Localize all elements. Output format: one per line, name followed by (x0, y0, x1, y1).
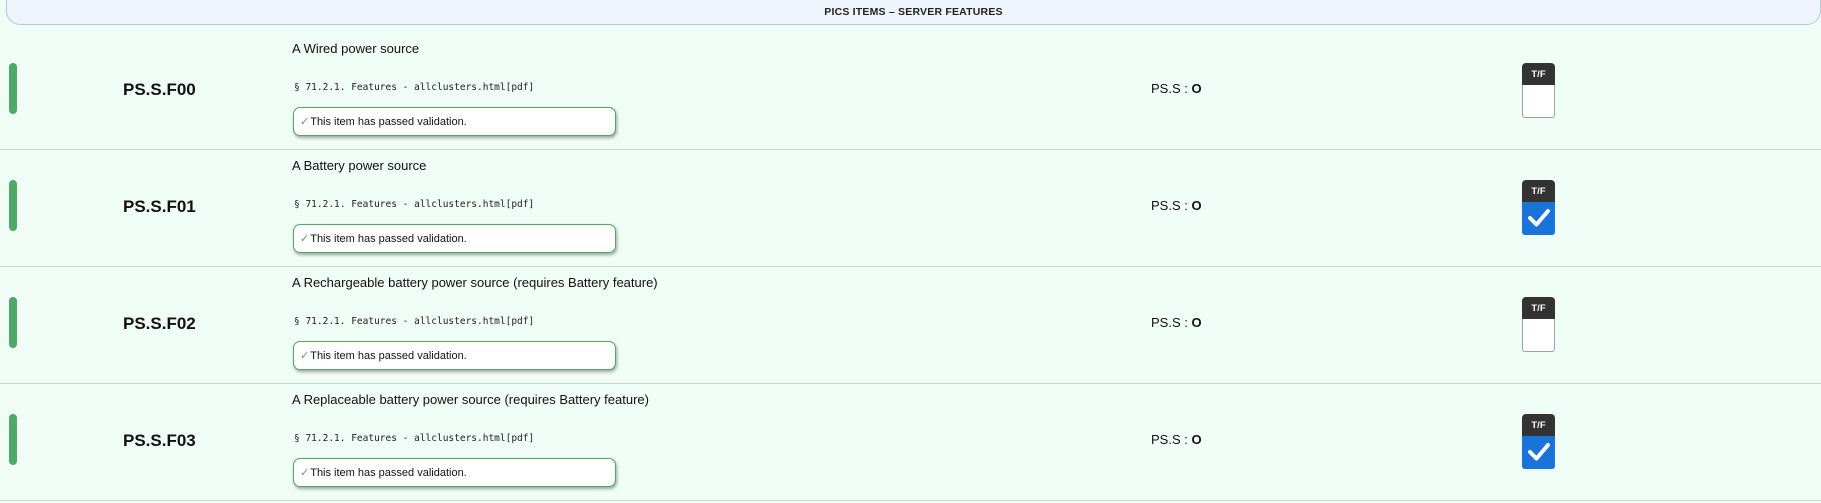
tf-label: T/F (1522, 297, 1555, 319)
conformance: PS.S : O (1151, 198, 1202, 213)
status-bar (9, 180, 17, 231)
conformance-prefix: PS.S : (1151, 81, 1192, 96)
tf-checkbox[interactable]: T/F (1522, 414, 1555, 469)
item-description: A Rechargeable battery power source (req… (292, 275, 658, 290)
tf-checkbox[interactable]: T/F (1522, 297, 1555, 352)
item-id: PS.S.F00 (123, 80, 196, 99)
pics-item-row: PS.S.F02 A Rechargeable battery power so… (0, 267, 1821, 384)
conformance: PS.S : O (1151, 315, 1202, 330)
conformance-prefix: PS.S : (1151, 198, 1192, 213)
pics-item-row: PS.S.F03 A Replaceable battery power sou… (0, 384, 1821, 501)
tf-checkbox-box[interactable] (1522, 319, 1555, 352)
tf-label: T/F (1522, 414, 1555, 436)
status-bar (9, 63, 17, 114)
tf-label: T/F (1522, 63, 1555, 85)
tf-label: T/F (1522, 180, 1555, 202)
validation-text: This item has passed validation. (310, 349, 467, 362)
validation-text: This item has passed validation. (310, 466, 467, 479)
validation-text: This item has passed validation. (310, 115, 467, 128)
conformance-prefix: PS.S : (1151, 432, 1192, 447)
tf-checkbox[interactable]: T/F (1522, 63, 1555, 118)
section-title: PICS ITEMS – SERVER FEATURES (824, 6, 1003, 18)
spec-reference-link[interactable]: § 71.2.1. Features - allclusters.html[pd… (294, 316, 534, 327)
tf-checkbox[interactable]: T/F (1522, 180, 1555, 235)
item-description: A Wired power source (292, 41, 420, 56)
pics-item-row: PS.S.F00 A Wired power source § 71.2.1. … (0, 33, 1821, 150)
conformance-value: O (1191, 81, 1202, 96)
spec-reference-link[interactable]: § 71.2.1. Features - allclusters.html[pd… (294, 82, 534, 93)
checkmark-icon (1527, 209, 1550, 227)
item-id: PS.S.F02 (123, 314, 196, 333)
conformance-prefix: PS.S : (1151, 315, 1192, 330)
item-description: A Replaceable battery power source (requ… (292, 392, 649, 407)
checkmark-icon (1527, 443, 1550, 461)
conformance: PS.S : O (1151, 432, 1202, 447)
validation-message: ✓ This item has passed validation. (293, 107, 616, 136)
check-icon: ✓ (300, 233, 310, 245)
spec-reference-link[interactable]: § 71.2.1. Features - allclusters.html[pd… (294, 433, 534, 444)
tf-checkbox-box[interactable] (1522, 85, 1555, 118)
pics-item-row: PS.S.F01 A Battery power source § 71.2.1… (0, 150, 1821, 267)
validation-message: ✓ This item has passed validation. (293, 458, 616, 487)
validation-message: ✓ This item has passed validation. (293, 224, 616, 253)
conformance-value: O (1191, 315, 1202, 330)
tf-checkbox-box[interactable] (1522, 436, 1555, 469)
item-description: A Battery power source (292, 158, 427, 173)
status-bar (9, 414, 17, 465)
validation-text: This item has passed validation. (310, 232, 467, 245)
check-icon: ✓ (300, 350, 310, 362)
check-icon: ✓ (300, 467, 310, 479)
item-id: PS.S.F01 (123, 197, 196, 216)
conformance-value: O (1191, 432, 1202, 447)
section-header: PICS ITEMS – SERVER FEATURES (6, 0, 1821, 25)
spec-reference-link[interactable]: § 71.2.1. Features - allclusters.html[pd… (294, 199, 534, 210)
status-bar (9, 297, 17, 348)
conformance: PS.S : O (1151, 81, 1202, 96)
item-id: PS.S.F03 (123, 431, 196, 450)
check-icon: ✓ (300, 116, 310, 128)
tf-checkbox-box[interactable] (1522, 202, 1555, 235)
conformance-value: O (1191, 198, 1202, 213)
pics-item-list: PS.S.F00 A Wired power source § 71.2.1. … (0, 33, 1821, 501)
validation-message: ✓ This item has passed validation. (293, 341, 616, 370)
